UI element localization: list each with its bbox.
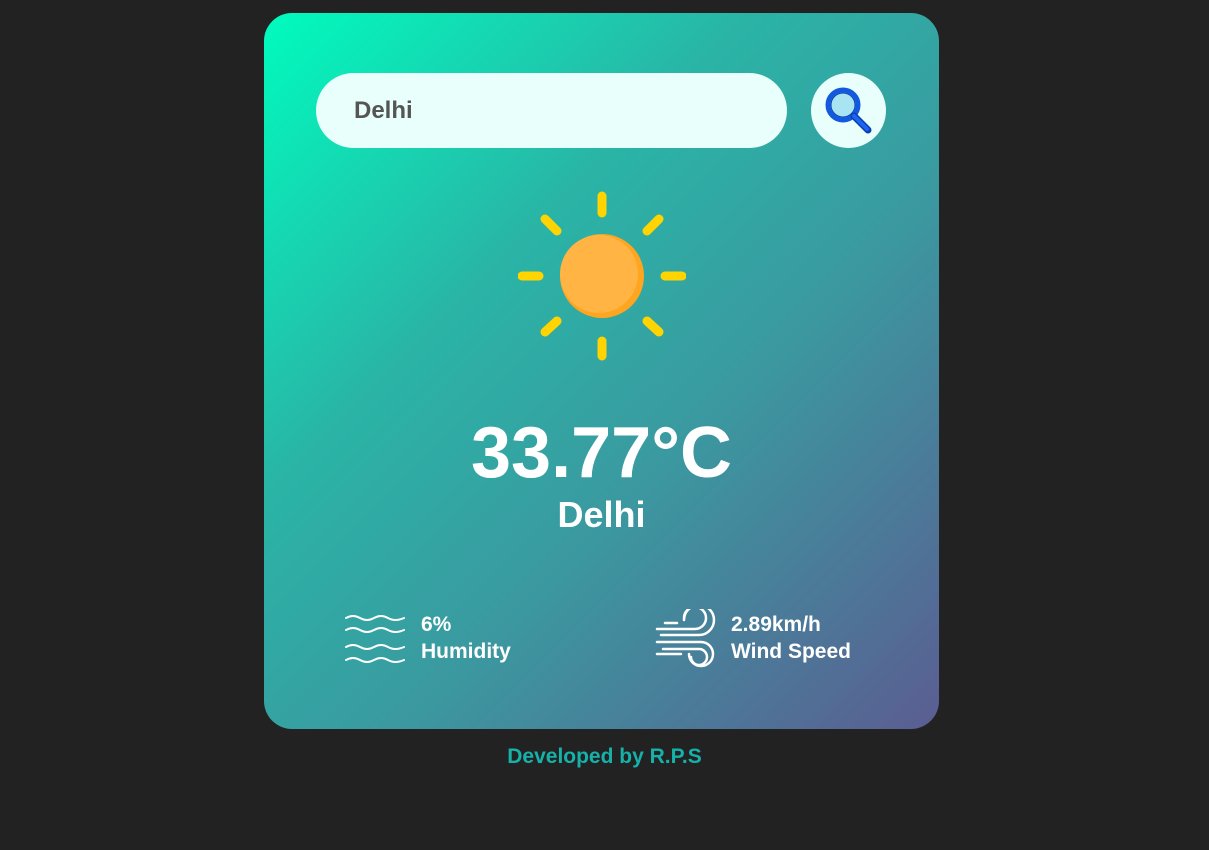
temperature: 33.77°C [471,413,732,493]
wind-icon [655,609,716,668]
search-button[interactable] [811,73,886,148]
humidity-waves-icon [345,615,405,663]
footer-credit: Developed by R.P.S [507,745,702,768]
city-name: Delhi [557,494,646,535]
sun-icon [518,191,686,361]
humidity-label: Humidity [421,640,511,663]
weather-card: 33.77°C Delhi 6% Humidity 2.89km/h [264,13,939,729]
humidity-value: 6% [421,613,452,636]
search-icon [825,87,872,134]
humidity-detail: 6% Humidity [345,609,545,669]
city-search-input[interactable] [316,73,787,148]
wind-speed-label: Wind Speed [731,640,851,663]
wind-speed-value: 2.89km/h [731,613,821,636]
wind-detail: 2.89km/h Wind Speed [655,609,895,669]
